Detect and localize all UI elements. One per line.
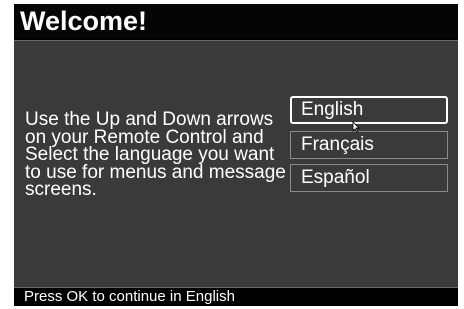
status-bar: Press OK to continue in English: [14, 288, 458, 306]
language-option-francais[interactable]: Français: [290, 131, 448, 159]
language-option-english[interactable]: English: [290, 96, 448, 124]
language-panel: Use the Up and Down arrows on your Remot…: [14, 40, 458, 288]
title-bar: Welcome!: [14, 4, 458, 38]
welcome-screen: Welcome! Use the Up and Down arrows on y…: [14, 4, 458, 306]
status-message: Press OK to continue in English: [24, 288, 235, 305]
instructions-text: Use the Up and Down arrows on your Remot…: [25, 109, 286, 200]
page-title: Welcome!: [20, 6, 148, 36]
language-option-espanol[interactable]: Español: [290, 164, 448, 192]
mouse-pointer-icon: [352, 121, 360, 133]
